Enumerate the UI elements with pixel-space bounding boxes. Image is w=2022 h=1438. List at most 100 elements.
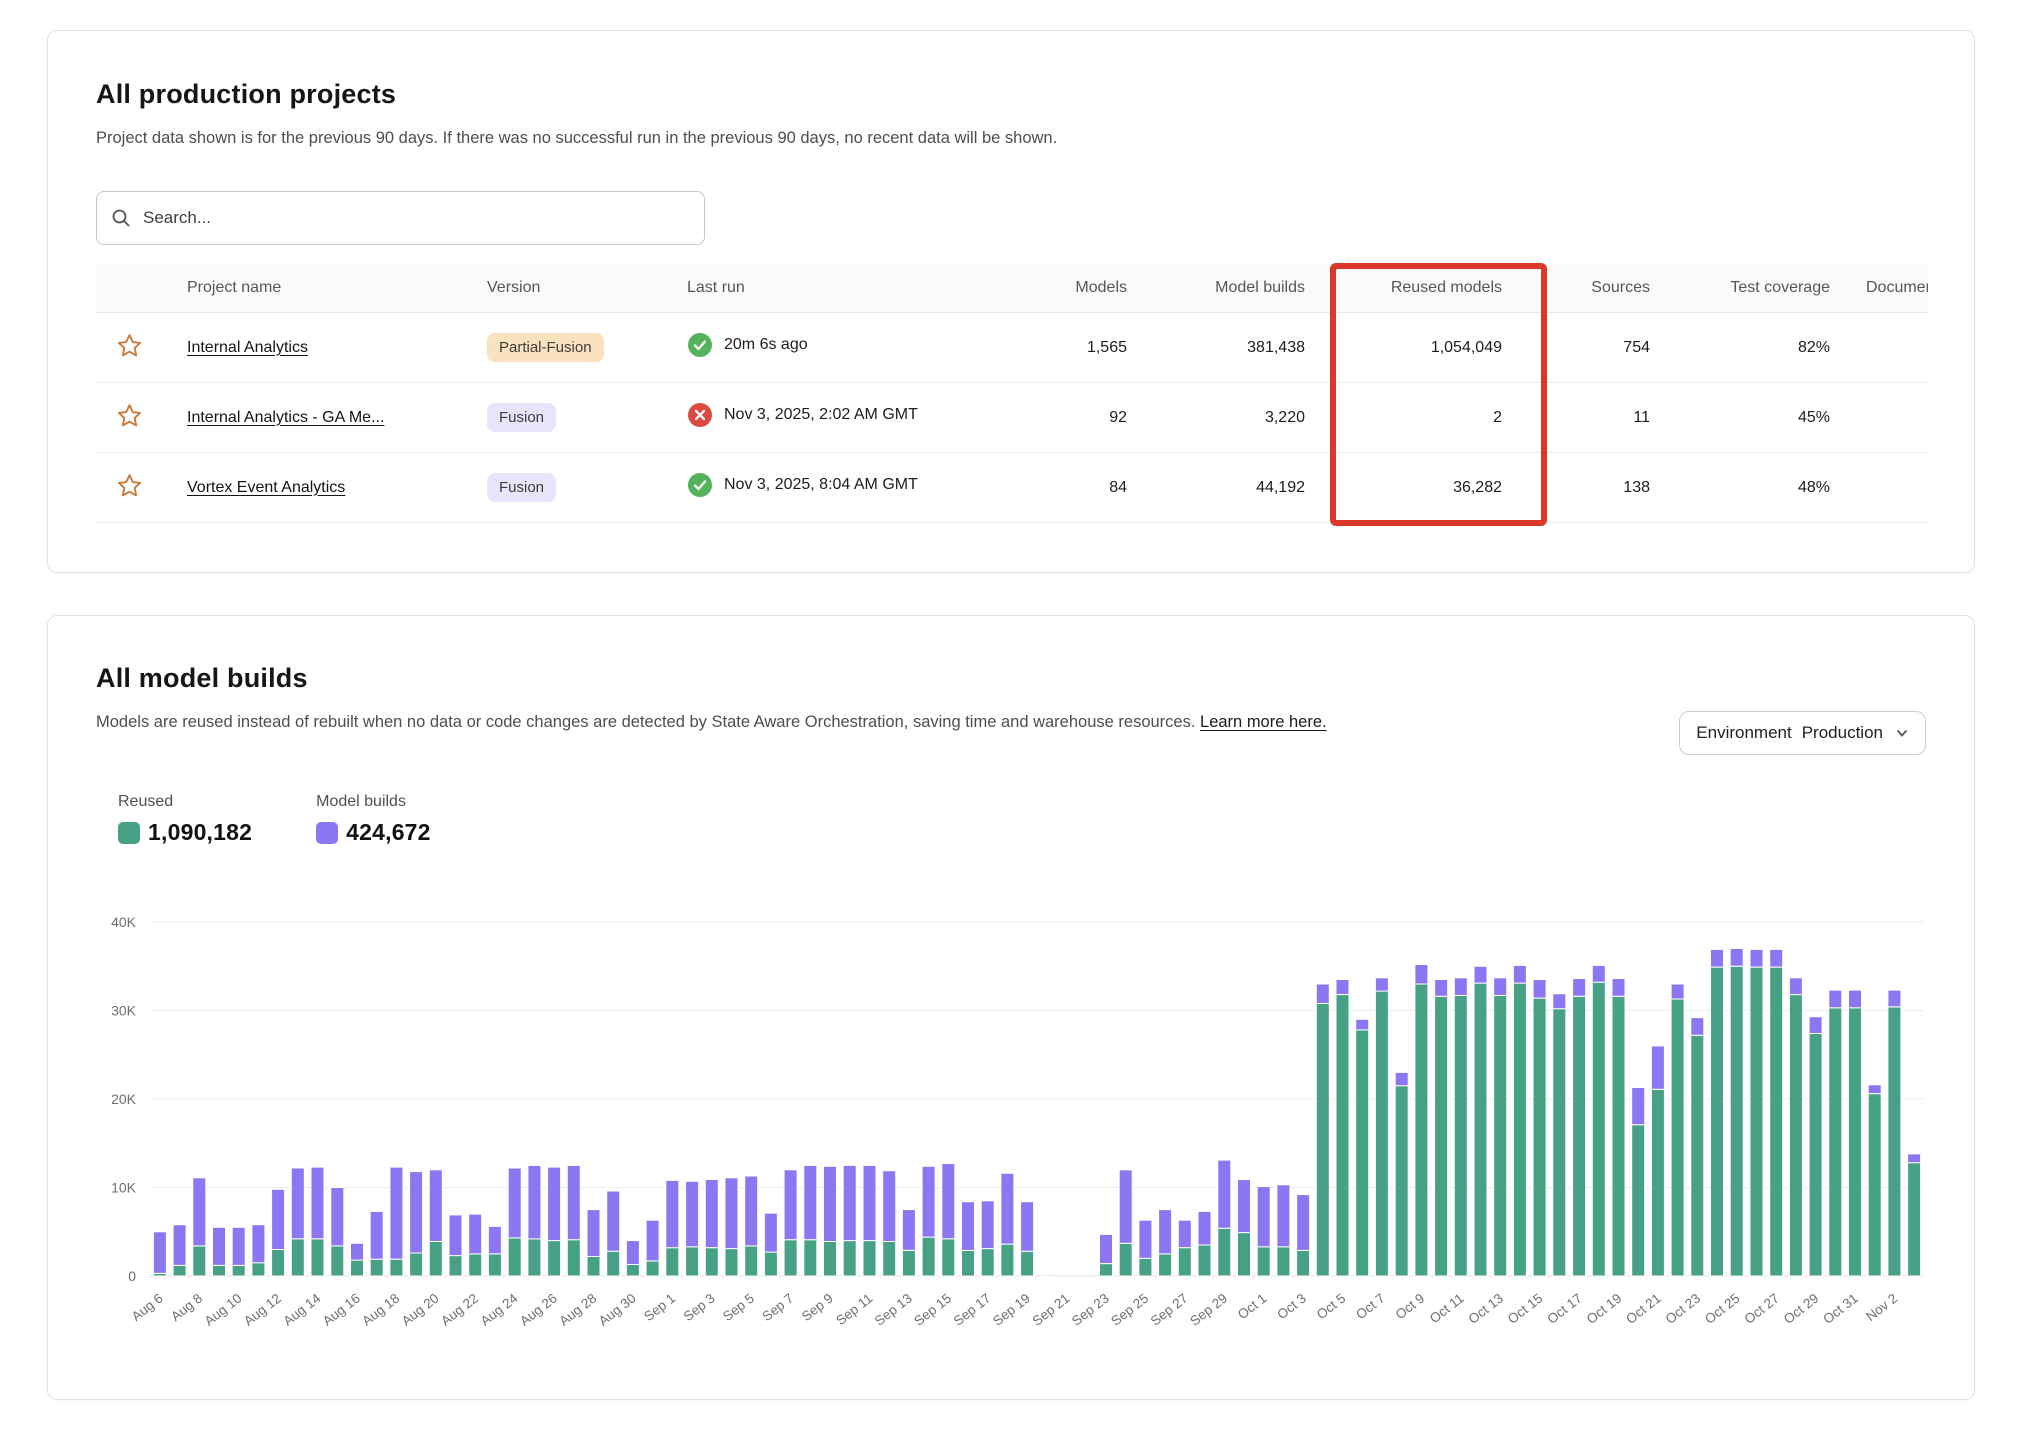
reused-swatch-icon — [118, 822, 140, 844]
svg-text:Oct 9: Oct 9 — [1393, 1291, 1428, 1323]
svg-text:Oct 13: Oct 13 — [1465, 1291, 1506, 1327]
projects-card-subtitle: Project data shown is for the previous 9… — [96, 128, 1556, 149]
sources-value: 138 — [1514, 453, 1662, 523]
project-name-link[interactable]: Vortex Event Analytics — [187, 479, 345, 496]
svg-text:Aug 10: Aug 10 — [202, 1291, 245, 1329]
reused-models-value: 1,054,049 — [1317, 313, 1514, 383]
learn-more-link[interactable]: Learn more here. — [1200, 713, 1327, 731]
svg-text:Oct 3: Oct 3 — [1274, 1291, 1309, 1323]
svg-text:Sep 27: Sep 27 — [1148, 1291, 1191, 1329]
column-header-sources: Sources — [1514, 264, 1662, 313]
column-header-version: Version — [475, 264, 675, 313]
project-search — [96, 191, 705, 245]
column-header-reused-models: Reused models — [1317, 264, 1514, 313]
search-icon — [111, 208, 131, 228]
svg-text:10K: 10K — [111, 1180, 137, 1196]
table-row: Internal Analytics - GA Me...FusionNov 3… — [96, 383, 1928, 453]
svg-text:0: 0 — [128, 1268, 136, 1284]
version-badge: Partial-Fusion — [487, 333, 604, 362]
column-header-project-name: Project name — [175, 264, 475, 313]
builds-card-title: All model builds — [96, 663, 1926, 694]
documentation-value — [1842, 313, 1928, 383]
legend-item-model-builds: Model builds 424,672 — [316, 793, 431, 846]
models-value: 1,565 — [1015, 313, 1139, 383]
reused-models-value: 2 — [1317, 383, 1514, 453]
builds-card-description: Models are reused instead of rebuilt whe… — [96, 712, 1566, 733]
column-header-last-run: Last run — [675, 264, 1015, 313]
column-header-model-builds: Model builds — [1139, 264, 1317, 313]
favorite-star-icon[interactable] — [116, 332, 143, 359]
model-builds-value: 44,192 — [1139, 453, 1317, 523]
svg-text:Sep 1: Sep 1 — [641, 1291, 678, 1325]
model-builds-chart: 010K20K30K40KAug 6Aug 8Aug 10Aug 12Aug 1… — [94, 892, 1926, 1365]
svg-text:Aug 22: Aug 22 — [438, 1291, 481, 1329]
column-header-documentation: Documentation — [1842, 264, 1928, 313]
svg-text:Oct 23: Oct 23 — [1663, 1291, 1704, 1327]
projects-table: Project name Version Last run Models Mod… — [96, 264, 1928, 524]
projects-table-body: Internal Analytics Partial-Fusion 20m 6s a… — [96, 313, 1928, 523]
svg-text:Aug 12: Aug 12 — [241, 1291, 284, 1329]
chevron-down-icon — [1895, 726, 1909, 740]
svg-text:Sep 9: Sep 9 — [799, 1291, 836, 1325]
svg-text:Sep 5: Sep 5 — [720, 1291, 757, 1325]
test-coverage-value: 82% — [1662, 313, 1842, 383]
svg-text:Sep 17: Sep 17 — [951, 1291, 994, 1329]
model-builds-swatch-icon — [316, 822, 338, 844]
reused-models-value: 36,282 — [1317, 453, 1514, 523]
svg-text:Aug 8: Aug 8 — [168, 1291, 205, 1325]
svg-text:Aug 16: Aug 16 — [320, 1291, 363, 1329]
documentation-value — [1842, 453, 1928, 523]
svg-text:Oct 21: Oct 21 — [1623, 1291, 1664, 1327]
svg-text:Oct 11: Oct 11 — [1427, 1291, 1467, 1327]
svg-text:Sep 11: Sep 11 — [833, 1291, 875, 1329]
dashboard-page: All production projects Project data sho… — [0, 0, 2022, 1438]
table-row: Vortex Event AnalyticsFusionNov 3, 2025,… — [96, 453, 1928, 523]
svg-text:Aug 30: Aug 30 — [596, 1291, 639, 1329]
environment-dropdown[interactable]: Environment Production — [1679, 711, 1926, 755]
column-header-test-coverage: Test coverage — [1662, 264, 1842, 313]
svg-text:Sep 13: Sep 13 — [872, 1291, 915, 1329]
projects-table-header: Project name Version Last run Models Mod… — [96, 264, 1928, 313]
svg-text:Oct 7: Oct 7 — [1353, 1291, 1388, 1323]
test-coverage-value: 48% — [1662, 453, 1842, 523]
svg-text:Oct 25: Oct 25 — [1702, 1291, 1743, 1327]
svg-text:Oct 27: Oct 27 — [1741, 1291, 1782, 1327]
models-value: 92 — [1015, 383, 1139, 453]
svg-text:Aug 18: Aug 18 — [359, 1291, 402, 1329]
svg-text:Sep 15: Sep 15 — [911, 1291, 954, 1329]
legend-label: Reused — [118, 793, 252, 811]
sources-value: 754 — [1514, 313, 1662, 383]
svg-text:Oct 17: Oct 17 — [1544, 1291, 1585, 1327]
environment-dropdown-value: Production — [1802, 723, 1883, 743]
last-run-text: Nov 3, 2025, 2:02 AM GMT — [724, 406, 918, 424]
legend-value: 1,090,182 — [148, 819, 252, 846]
svg-text:Aug 6: Aug 6 — [129, 1291, 166, 1325]
svg-text:20K: 20K — [111, 1091, 137, 1107]
svg-text:Aug 20: Aug 20 — [399, 1291, 442, 1329]
production-projects-card: All production projects Project data sho… — [47, 30, 1975, 573]
legend-item-reused: Reused 1,090,182 — [118, 793, 252, 846]
project-name-link[interactable]: Internal Analytics - GA Me... — [187, 409, 384, 426]
svg-text:Aug 24: Aug 24 — [478, 1291, 521, 1329]
svg-text:Sep 29: Sep 29 — [1187, 1291, 1230, 1329]
chart-legend: Reused 1,090,182 Model builds 424,672 — [118, 793, 1926, 846]
error-x-icon — [687, 402, 713, 428]
favorite-star-icon[interactable] — [116, 472, 143, 499]
svg-text:Aug 28: Aug 28 — [556, 1291, 599, 1329]
table-row: Internal Analytics Partial-Fusion 20m 6s a… — [96, 313, 1928, 383]
legend-label: Model builds — [316, 793, 431, 811]
legend-value: 424,672 — [346, 819, 431, 846]
favorite-star-icon[interactable] — [116, 402, 143, 429]
svg-text:Oct 5: Oct 5 — [1314, 1291, 1349, 1323]
project-name-link[interactable]: Internal Analytics — [187, 339, 308, 356]
search-input[interactable] — [96, 191, 705, 245]
environment-dropdown-label: Environment — [1696, 723, 1791, 743]
last-run-text: 20m 6s ago — [724, 336, 808, 354]
svg-text:Oct 1: Oct 1 — [1235, 1291, 1270, 1323]
success-check-icon — [687, 332, 713, 358]
svg-text:Aug 14: Aug 14 — [280, 1291, 323, 1329]
svg-text:Sep 25: Sep 25 — [1108, 1291, 1151, 1329]
version-badge: Fusion — [487, 473, 556, 502]
column-header-models: Models — [1015, 264, 1139, 313]
model-builds-value: 3,220 — [1139, 383, 1317, 453]
